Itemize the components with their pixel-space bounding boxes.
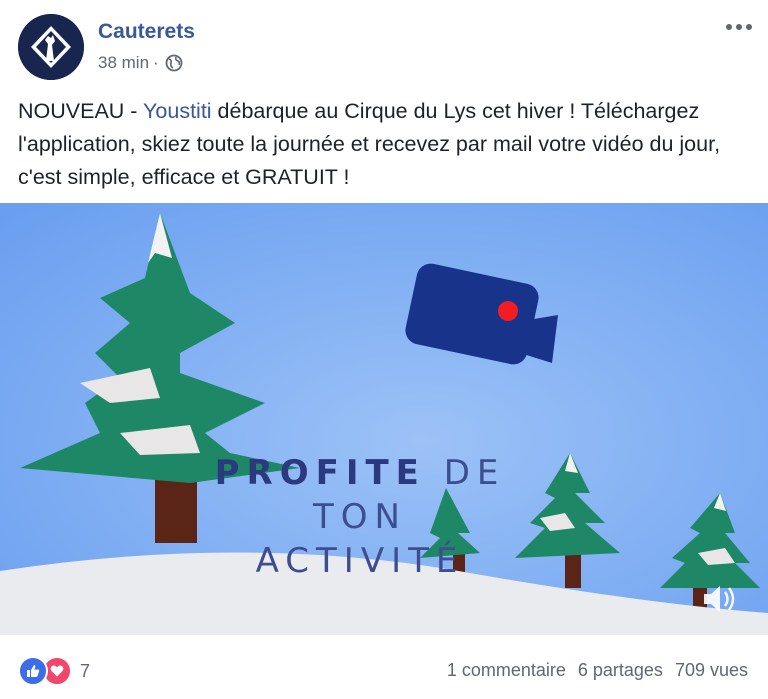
overlay-line-1: PROFITE DE [190, 451, 530, 495]
cauterets-logo-icon [18, 14, 84, 80]
reactions-summary[interactable]: 7 [18, 656, 90, 686]
overlay-line-3: ACTIVITÉ [255, 541, 465, 581]
page-name-link[interactable]: Cauterets [98, 20, 195, 44]
shares-count-link[interactable]: 6 partages [578, 660, 663, 681]
post-meta: 38 min · [98, 53, 183, 73]
video-player[interactable]: PROFITE DE TON ACTIVITÉ [0, 203, 768, 635]
post-header: Cauterets 38 min · [18, 14, 756, 80]
engagement-stats: 1 commentaire 6 partages 709 vues [447, 660, 748, 681]
more-options-icon[interactable] [724, 16, 754, 38]
overlay-bold-word: PROFITE [214, 453, 426, 493]
post-timestamp[interactable]: 38 min [98, 53, 149, 73]
overlay-line-2: TON [313, 497, 407, 537]
like-icon [18, 656, 48, 686]
comments-count-link[interactable]: 1 commentaire [447, 660, 566, 681]
overlay-line-1-rest: DE [425, 453, 506, 493]
reaction-count: 7 [80, 660, 91, 681]
page-avatar[interactable] [18, 14, 84, 80]
post-footer: 7 1 commentaire 6 partages 709 vues [18, 652, 756, 686]
speaker-icon[interactable] [700, 581, 740, 617]
youstiti-link[interactable]: Youstiti [143, 99, 212, 123]
video-overlay-text: PROFITE DE TON ACTIVITÉ [190, 451, 530, 583]
meta-separator: · [153, 53, 159, 72]
globe-icon[interactable] [165, 54, 183, 72]
post-text-part1: NOUVEAU - [18, 99, 144, 123]
post-message: NOUVEAU - Youstiti débarque au Cirque du… [18, 95, 758, 194]
views-count: 709 vues [674, 660, 748, 680]
